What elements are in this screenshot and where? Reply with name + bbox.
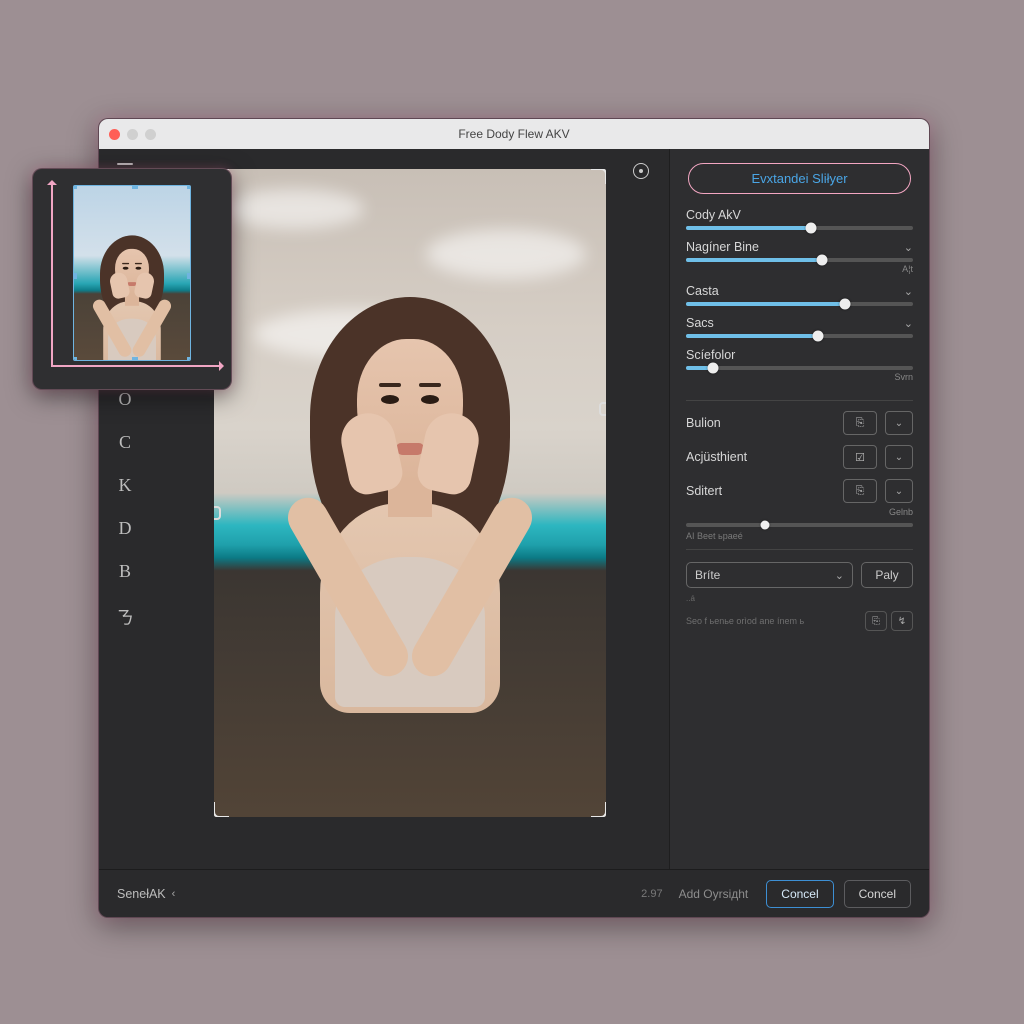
slider-label: Cody AkV xyxy=(686,208,741,222)
hint-text: Seo f ьenьe orìod ane ínem ь xyxy=(686,616,804,626)
slider-0: Cody AkV xyxy=(686,208,913,230)
footer-mid[interactable]: Add Oyrsiдht xyxy=(679,887,749,901)
select-icon-box[interactable]: ⎘ xyxy=(843,411,877,435)
crop-handle-left[interactable] xyxy=(214,506,221,520)
crop-handle-br[interactable] xyxy=(591,802,606,817)
slider-track[interactable] xyxy=(686,334,913,338)
slider-label: Scíefolor xyxy=(686,348,735,362)
navigator-panel[interactable] xyxy=(32,168,232,390)
tiny-icon-1[interactable]: ⎘ xyxy=(865,611,887,631)
slider-label: Casta xyxy=(686,284,719,298)
footer-number: 2.97 xyxy=(641,888,662,900)
divider-2 xyxy=(686,549,913,550)
sdtert-chevron[interactable]: ⌄ xyxy=(885,479,913,503)
zoom-icon[interactable] xyxy=(145,129,156,140)
axis-horizontal-icon xyxy=(51,365,221,367)
navigator-thumbnail[interactable] xyxy=(73,185,191,361)
slider-note: A¦t xyxy=(686,264,913,274)
window-controls xyxy=(109,129,156,140)
slider-track[interactable] xyxy=(686,258,913,262)
slider-note: Svrn xyxy=(686,372,913,382)
titlebar: Free Dody Flew AKV xyxy=(99,119,929,149)
chevron-down-icon[interactable]: ⌄ xyxy=(904,285,913,298)
ai-note: AI Beet ьpaeé xyxy=(686,531,913,541)
select-label: Bulion xyxy=(686,416,835,430)
slider-label: Sacs xyxy=(686,316,714,330)
crop-handle-right[interactable] xyxy=(599,402,606,416)
chevron-left-icon[interactable]: ‹ xyxy=(172,888,176,900)
slider-1: Nagíner Bine ⌄ A¦t xyxy=(686,240,913,274)
footer-left-label[interactable]: SenełAK xyxy=(117,887,166,901)
photo-preview[interactable]: ▲ xyxy=(214,169,606,817)
select-row-0: Bulion ⎘ ⌄ xyxy=(686,411,913,435)
sdtert-sub-label: Gelnb xyxy=(889,507,913,517)
extended-slider-button[interactable]: Evxtandei Sliłyer xyxy=(688,163,911,194)
slider-track[interactable] xyxy=(686,302,913,306)
minimize-icon[interactable] xyxy=(127,129,138,140)
cancel-button[interactable]: Concel xyxy=(844,880,911,908)
micro-text: ..á xyxy=(686,594,913,603)
slider-4: Scíefolor Svrn xyxy=(686,348,913,382)
slider-2: Casta ⌄ xyxy=(686,284,913,306)
subject-figure xyxy=(280,257,540,677)
sdtert-slider[interactable] xyxy=(686,523,913,527)
sdtert-row: Sditert ⎘ ⌄ xyxy=(686,479,913,503)
select-icon-box[interactable]: ☑ xyxy=(843,445,877,469)
hint-row: Seo f ьenьe orìod ane ínem ь ⎘ ↯ xyxy=(686,611,913,631)
chevron-down-icon[interactable]: ⌄ xyxy=(904,241,913,254)
axis-vertical-icon xyxy=(51,183,53,367)
close-icon[interactable] xyxy=(109,129,120,140)
tool-k[interactable]: K xyxy=(119,475,132,496)
footer: SenełAK ‹ 2.97 Add Oyrsiдht Concel Conce… xyxy=(99,869,929,917)
window-title: Free Dody Flew AKV xyxy=(99,127,929,141)
brite-select[interactable]: Bríte ⌄ xyxy=(686,562,853,588)
select-chevron[interactable]: ⌄ xyxy=(885,411,913,435)
chevron-down-icon: ⌄ xyxy=(835,569,844,582)
slider-track[interactable] xyxy=(686,366,913,370)
slider-label: Nagíner Bine xyxy=(686,240,759,254)
select-label: Acjüsthient xyxy=(686,450,835,464)
slider-track[interactable] xyxy=(686,226,913,230)
crop-handle-bl[interactable] xyxy=(214,802,229,817)
tool-misc[interactable]: ㄋ xyxy=(116,604,134,630)
select-row-1: Acjüsthient ☑ ⌄ xyxy=(686,445,913,469)
divider xyxy=(686,400,913,401)
tool-b[interactable]: B xyxy=(119,561,131,582)
sdtert-label: Sditert xyxy=(686,484,835,498)
select-chevron[interactable]: ⌄ xyxy=(885,445,913,469)
tool-o[interactable]: O xyxy=(119,389,132,410)
target-icon[interactable] xyxy=(633,163,649,179)
tiny-icon-2[interactable]: ↯ xyxy=(891,611,913,631)
chevron-down-icon[interactable]: ⌄ xyxy=(904,317,913,330)
tool-c[interactable]: C xyxy=(119,432,131,453)
crop-handle-tr[interactable] xyxy=(591,169,606,184)
brite-row: Bríte ⌄ Paly xyxy=(686,562,913,588)
sdtert-icon-box[interactable]: ⎘ xyxy=(843,479,877,503)
slider-3: Sacs ⌄ xyxy=(686,316,913,338)
tool-d[interactable]: D xyxy=(119,518,132,539)
play-button[interactable]: Paly xyxy=(861,562,913,588)
controls-panel: Evxtandei Sliłyer Cody AkVNagíner Bine⌄A… xyxy=(669,149,929,869)
confirm-button[interactable]: Concel xyxy=(766,880,833,908)
